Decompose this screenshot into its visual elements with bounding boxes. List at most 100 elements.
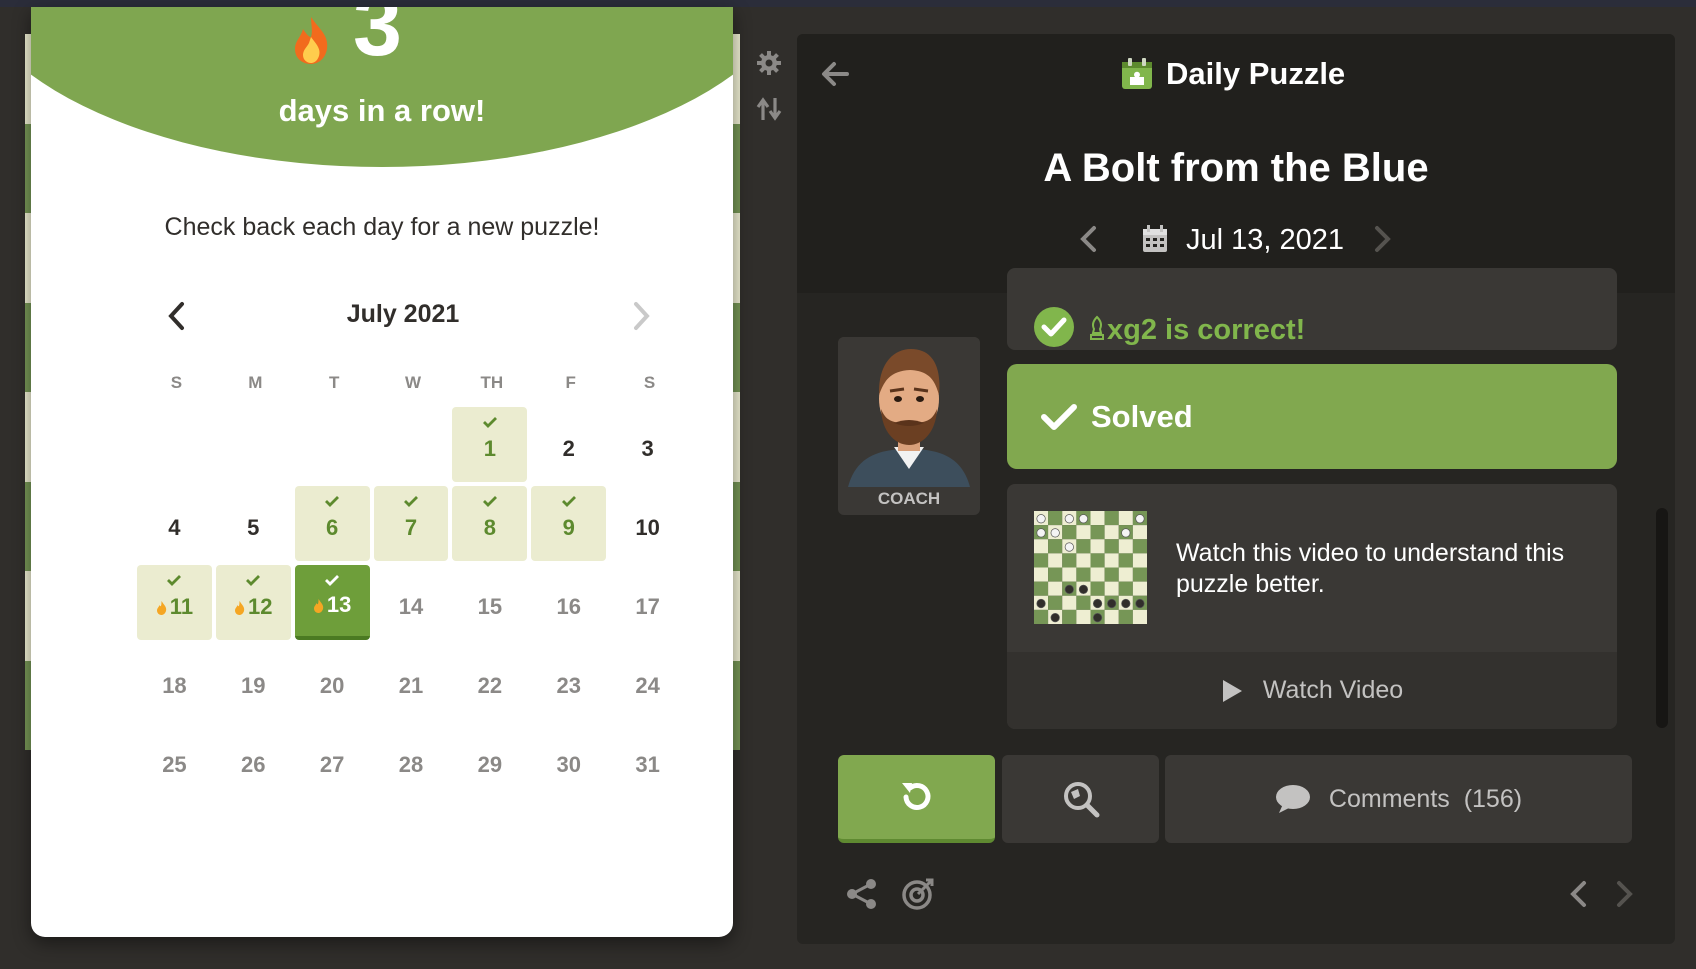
calendar-day: 22 [452, 644, 527, 719]
thumbnail-square [1034, 553, 1049, 568]
thumbnail-square [1076, 539, 1091, 554]
next-month-button[interactable] [627, 299, 657, 333]
thumbnail-square [1104, 581, 1119, 596]
calendar-day-number: 1 [483, 435, 496, 461]
calendar-day-number: 29 [477, 751, 503, 777]
thumbnail-piece [1036, 514, 1046, 524]
thumbnail-piece [1135, 514, 1145, 524]
calendar-day[interactable]: 13 [294, 565, 370, 640]
calendar-day[interactable]: 8 [452, 486, 528, 561]
panel-header: Daily Puzzle A Bolt from the Blue Jul 13… [797, 34, 1675, 293]
correct-move-text: xg2 is correct! [1087, 314, 1305, 347]
chevron-right-icon [634, 302, 650, 330]
target-icon[interactable] [901, 877, 935, 911]
check-icon [561, 496, 576, 507]
thumbnail-square [1048, 539, 1063, 554]
calendar-day[interactable]: 12 [215, 565, 291, 640]
check-icon [167, 575, 182, 586]
calendar-day-number: 7 [404, 514, 418, 540]
share-icon[interactable] [845, 877, 879, 911]
thumbnail-piece [1135, 598, 1145, 609]
thumbnail-square [1048, 595, 1063, 610]
previous-puzzle-button[interactable] [1564, 878, 1594, 910]
check-icon [482, 417, 497, 428]
calendar-week: 18 19 20 21 22 23 24 [137, 644, 689, 723]
calendar-day: 30 [531, 723, 606, 798]
thumbnail-square [1104, 525, 1119, 540]
next-date-button[interactable] [1367, 223, 1397, 255]
calendar-day: 15 [452, 565, 527, 640]
analysis-button[interactable] [1002, 755, 1159, 843]
thumbnail-square [1132, 567, 1147, 582]
thumbnail-square [1062, 553, 1077, 568]
panel-title-text: Daily Puzzle [1166, 56, 1346, 91]
calendar-day-number: 21 [398, 672, 424, 698]
calendar-day-number: 16 [556, 593, 581, 619]
streak-number: 3 [353, 7, 402, 74]
weekday-header-row: S M T W TH F S [137, 373, 689, 393]
watch-video-button[interactable]: Watch Video [1007, 652, 1617, 729]
video-thumbnail[interactable] [1034, 511, 1147, 624]
calendar-day: 27 [295, 723, 370, 798]
thumbnail-square [1090, 581, 1105, 596]
calendar-day-number: 9 [562, 514, 575, 540]
retry-button[interactable] [838, 755, 995, 843]
calendar-day: 31 [610, 723, 685, 798]
calendar-day-number: 24 [635, 672, 660, 698]
thumbnail-piece [1064, 584, 1074, 594]
thumbnail-piece [1121, 528, 1131, 538]
browser-top-bar [0, 0, 1696, 7]
arrow-left-icon[interactable] [819, 58, 851, 90]
scrollbar[interactable] [1656, 508, 1668, 728]
thumbnail-square [1048, 567, 1063, 582]
comments-button[interactable]: Comments (156) [1165, 755, 1632, 843]
calendar-day-number: 17 [635, 593, 660, 619]
thumbnail-square [1132, 539, 1147, 554]
check-icon [246, 575, 261, 586]
weekday-label: S [643, 373, 656, 392]
calendar-day[interactable]: 2 [531, 407, 606, 482]
calendar-day: 24 [610, 644, 685, 719]
calendar-day[interactable]: 1 [452, 407, 528, 482]
daily-puzzle-panel: Daily Puzzle A Bolt from the Blue Jul 13… [797, 34, 1675, 944]
thumbnail-square [1104, 539, 1119, 554]
thumbnail-piece [1036, 528, 1046, 538]
gear-icon [757, 51, 781, 75]
settings-button[interactable] [753, 40, 785, 86]
calendar-week: 11 12 13 14 15 16 17 [137, 565, 689, 644]
thumbnail-square [1090, 567, 1105, 582]
calendar-day[interactable]: 7 [373, 486, 449, 561]
calendar-day-number: 11 [156, 594, 193, 620]
video-description: Watch this video to understand this puzz… [1176, 539, 1565, 598]
thumbnail-piece [1078, 514, 1089, 524]
calendar-day-number: 13 [313, 592, 351, 618]
calendar-day[interactable]: 11 [137, 565, 212, 640]
calendar-day[interactable]: 4 [137, 486, 212, 561]
calendar-day-number: 20 [319, 672, 345, 698]
thumbnail-piece [1107, 598, 1117, 609]
comments-count: (156) [1463, 784, 1523, 813]
calendar-day[interactable]: 10 [610, 486, 685, 561]
calendar-day-number: 3 [641, 435, 654, 461]
calendar-day[interactable]: 9 [531, 486, 607, 561]
calendar-icon[interactable] [1142, 225, 1168, 253]
calendar-day[interactable]: 5 [216, 486, 291, 561]
calendar-header: July 2021 [137, 297, 669, 337]
check-icon [325, 496, 340, 507]
correct-suffix: is correct! [1156, 314, 1306, 346]
prev-date-button[interactable] [1074, 223, 1104, 255]
calendar-week: 25 26 27 28 29 30 31 [137, 723, 689, 802]
thumbnail-square [1118, 511, 1133, 526]
check-icon [1041, 403, 1077, 430]
calendar-day[interactable]: 6 [294, 486, 370, 561]
calendar-day[interactable]: 3 [610, 407, 685, 482]
puzzle-title: A Bolt from the Blue [1043, 146, 1429, 190]
daily-streak-modal: 3 days in a row! Check back each day for… [31, 7, 733, 937]
coach-label: COACH [877, 489, 941, 508]
next-puzzle-button[interactable] [1609, 878, 1639, 910]
flip-board-button[interactable] [753, 86, 785, 132]
calendar-day-number: 2 [562, 435, 575, 461]
thumbnail-square [1034, 539, 1049, 554]
thumbnail-square [1104, 567, 1119, 582]
thumbnail-square [1132, 581, 1147, 596]
